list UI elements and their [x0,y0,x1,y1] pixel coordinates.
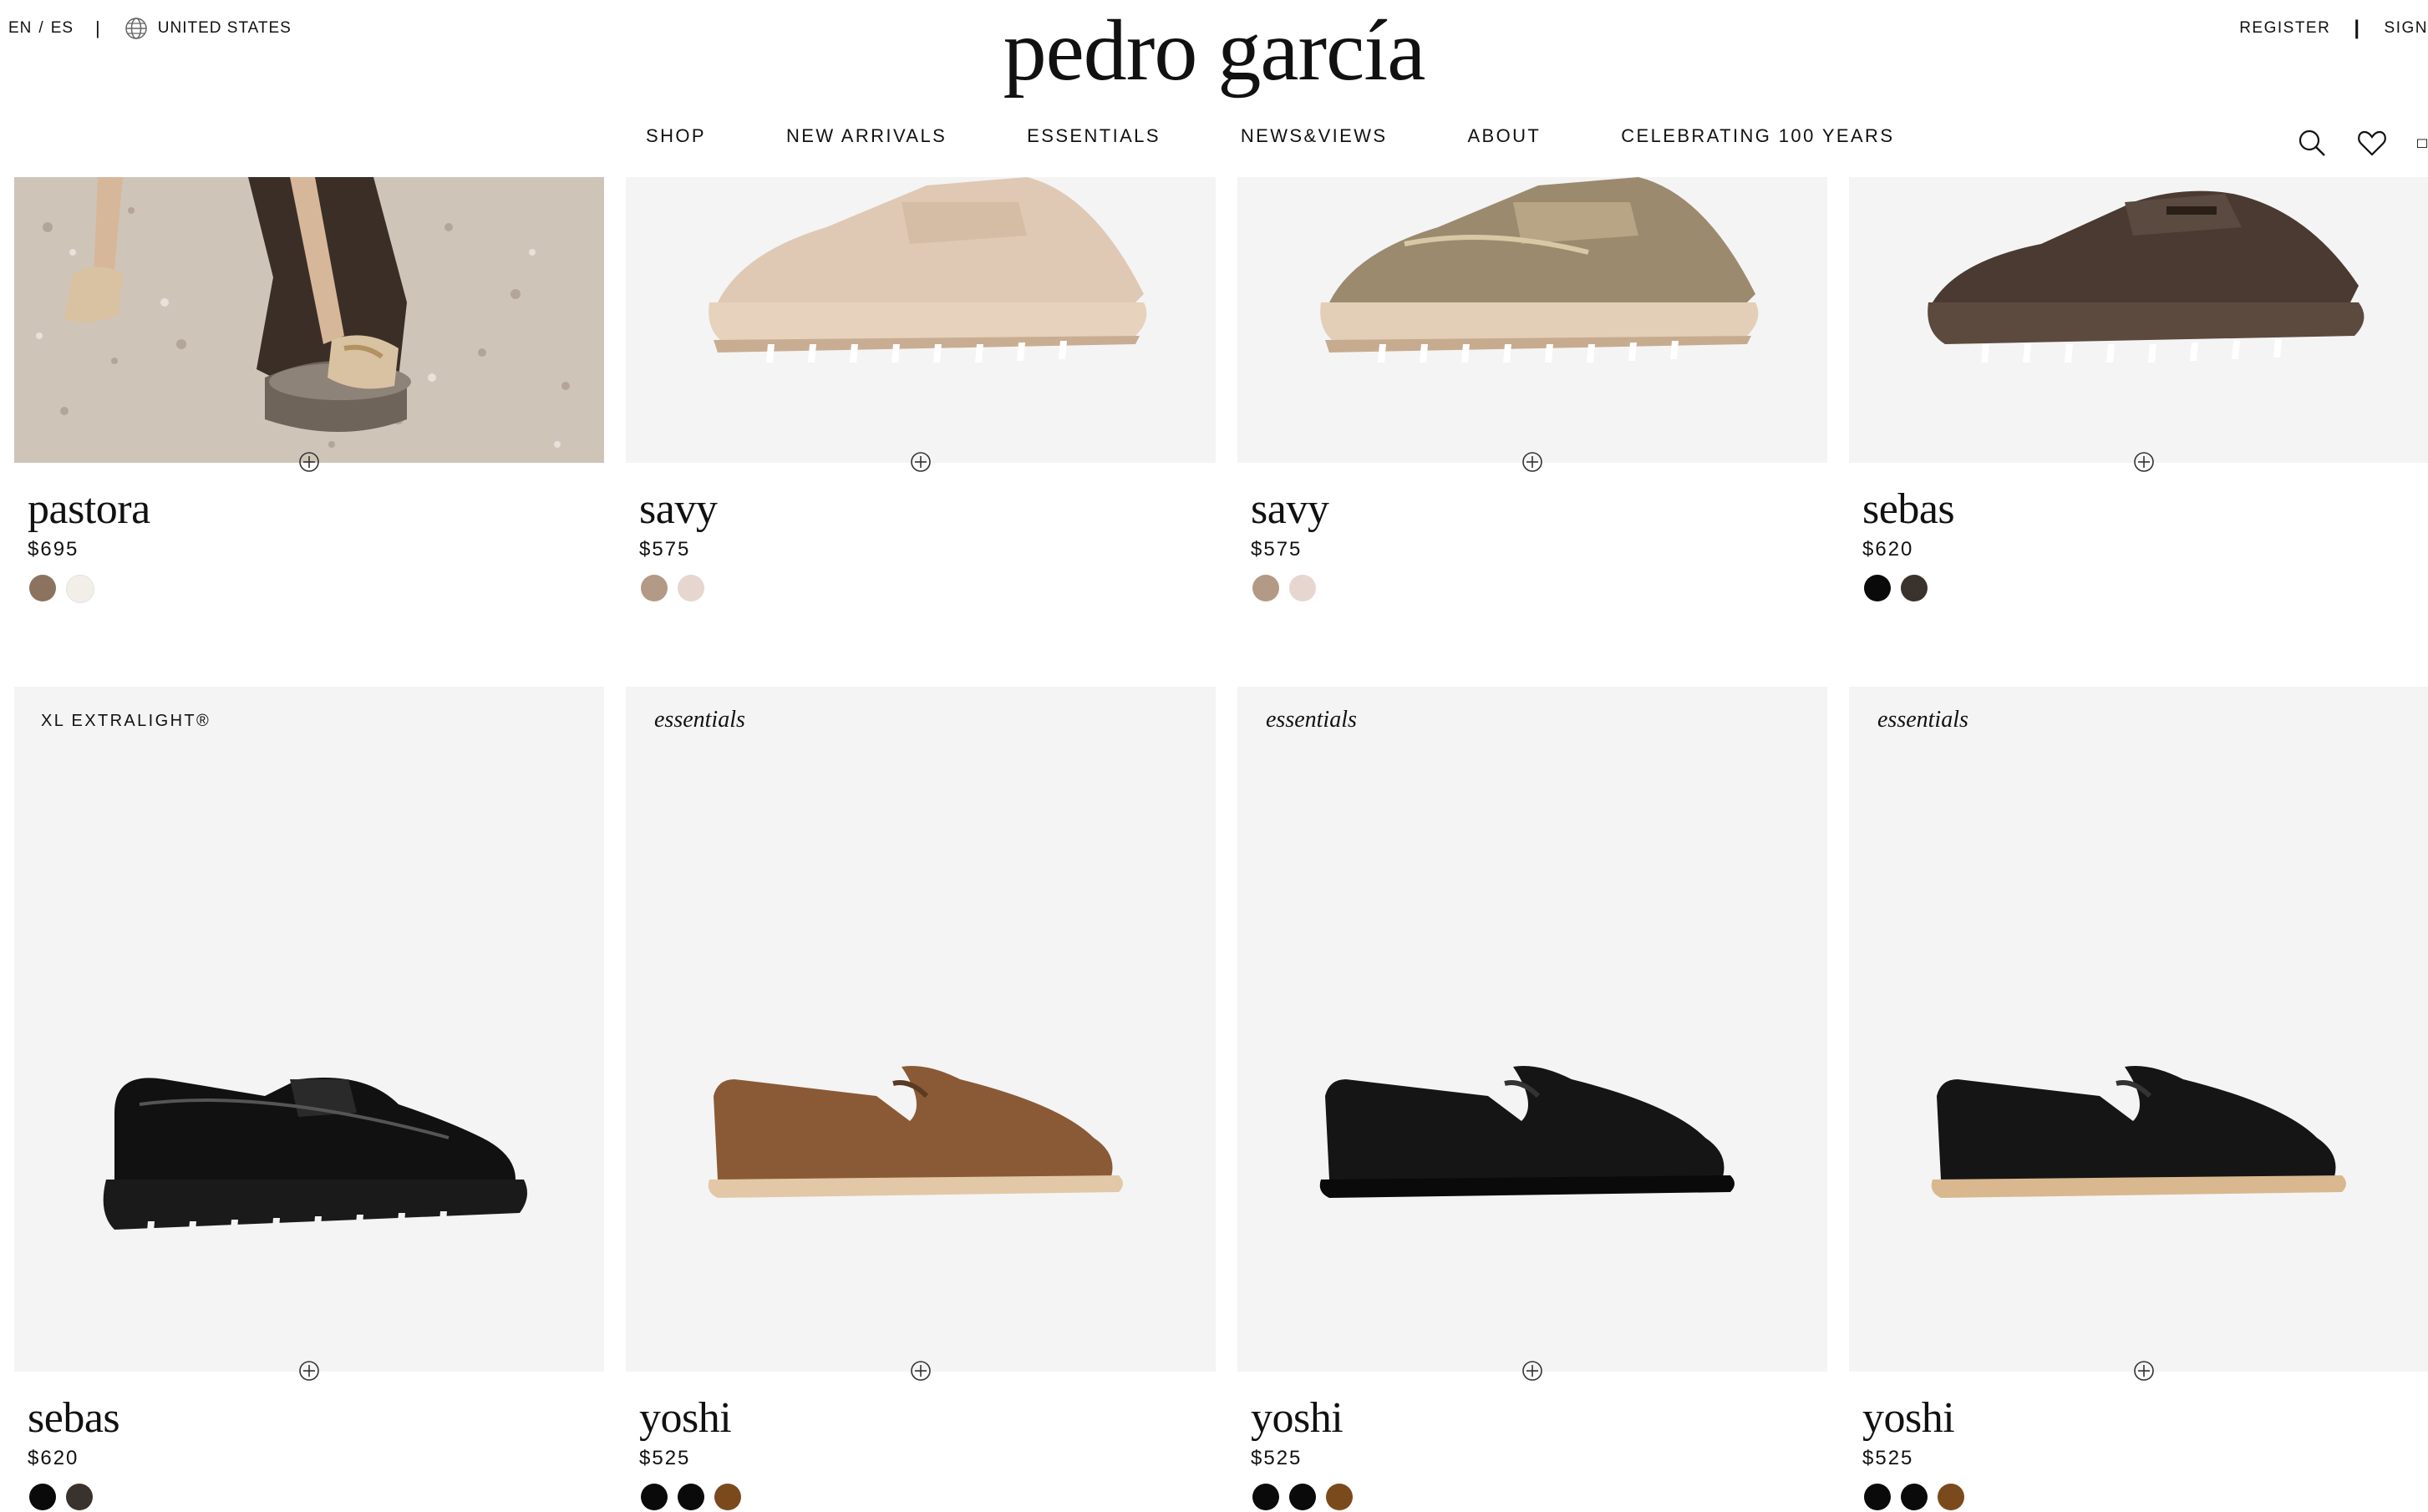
color-swatches [29,575,94,603]
shoe-image [1928,190,2365,363]
product-name[interactable]: yoshi [1251,1393,1344,1443]
product-image[interactable]: essentials [626,687,1216,1372]
shoe-image [1319,1066,1735,1198]
swatch[interactable] [66,1484,93,1510]
lifestyle-photo [14,177,604,463]
nav-about[interactable]: ABOUT [1467,125,1541,147]
swatch[interactable] [1938,1484,1964,1510]
shoe-image [1931,1066,2346,1198]
main-nav: SHOP NEW ARRIVALS ESSENTIALS NEWS&VIEWS … [646,125,1894,147]
product-price: $620 [1862,538,1914,561]
swatch[interactable] [1252,1484,1279,1510]
shoe-image [709,177,1147,363]
register-link[interactable]: REGISTER [2239,19,2330,38]
search-icon[interactable] [2296,127,2328,159]
product-image[interactable] [626,177,1216,463]
account-links: REGISTER | SIGN [2239,17,2428,40]
product-image[interactable] [1849,177,2428,463]
product-card[interactable]: essentials yoshi $525 [626,687,1216,1512]
color-swatches [29,1484,93,1510]
site-header: EN / ES | UNITED STATES pedro garcía REG… [0,0,2428,177]
swatch[interactable] [1289,575,1316,601]
swatch[interactable] [641,575,668,601]
product-name[interactable]: savy [639,485,718,534]
quick-add-icon[interactable] [2133,1360,2155,1382]
product-grid: pastora $695 savy $575 savy $575 sebas $… [0,0,2428,1512]
heart-icon[interactable] [2356,127,2388,159]
quick-add-icon[interactable] [298,1360,320,1382]
product-name[interactable]: savy [1251,485,1329,534]
shoe-image [708,1066,1123,1198]
nav-shop[interactable]: SHOP [646,125,706,147]
product-price: $575 [1251,538,1303,561]
product-image[interactable] [1237,177,1827,463]
nav-essentials[interactable]: ESSENTIALS [1027,125,1161,147]
color-swatches [1252,575,1316,601]
quick-add-icon[interactable] [910,1360,932,1382]
swatch[interactable] [1901,575,1928,601]
product-price: $620 [28,1447,79,1469]
swatch[interactable] [641,1484,668,1510]
product-price: $525 [1862,1447,1914,1469]
product-name[interactable]: yoshi [1862,1393,1955,1443]
swatch[interactable] [66,575,94,603]
product-image[interactable]: essentials [1237,687,1827,1372]
product-price: $525 [639,1447,691,1469]
color-swatches [641,1484,741,1510]
swatch[interactable] [1864,1484,1891,1510]
swatch[interactable] [29,575,56,601]
nav-celebrating-100-years[interactable]: CELEBRATING 100 YEARS [1621,125,1894,147]
account-divider: | [2354,17,2361,39]
swatch[interactable] [1864,575,1891,601]
quick-add-icon[interactable] [1521,1360,1543,1382]
product-price: $695 [28,538,79,561]
swatch[interactable] [714,1484,741,1510]
color-swatches [1864,575,1928,601]
product-name[interactable]: sebas [1862,485,1955,534]
swatch[interactable] [1289,1484,1316,1510]
quick-add-icon[interactable] [2133,451,2155,473]
swatch[interactable] [1252,575,1279,601]
shoe-image [103,1078,528,1241]
sign-in-link[interactable]: SIGN [2385,19,2428,38]
product-card[interactable]: essentials yoshi $525 [1237,687,1827,1512]
quick-add-icon[interactable] [910,451,932,473]
swatch[interactable] [29,1484,56,1510]
product-image[interactable] [14,177,604,463]
product-card[interactable]: XL EXTRALIGHT® sebas $620 [14,687,604,1512]
color-swatches [1252,1484,1353,1510]
swatch[interactable] [1901,1484,1928,1510]
color-swatches [1864,1484,1964,1510]
product-name[interactable]: pastora [28,485,150,534]
product-name[interactable]: sebas [28,1393,120,1443]
swatch[interactable] [678,1484,704,1510]
product-price: $575 [639,538,691,561]
product-price: $525 [1251,1447,1303,1469]
quick-add-icon[interactable] [298,451,320,473]
shoe-image [1320,177,1759,363]
color-swatches [641,575,704,601]
brand-logo[interactable]: pedro garcía [0,2,2428,100]
nav-new-arrivals[interactable]: NEW ARRIVALS [786,125,947,147]
quick-add-icon[interactable] [1521,451,1543,473]
swatch[interactable] [1326,1484,1353,1510]
swatch[interactable] [678,575,704,601]
product-image[interactable]: XL EXTRALIGHT® [14,687,604,1372]
product-name[interactable]: yoshi [639,1393,732,1443]
product-image[interactable]: essentials [1849,687,2428,1372]
header-icons [2296,127,2428,159]
nav-news-views[interactable]: NEWS&VIEWS [1241,125,1388,147]
bag-icon[interactable] [2416,127,2428,159]
product-card[interactable]: essentials yoshi $525 [1849,687,2428,1512]
